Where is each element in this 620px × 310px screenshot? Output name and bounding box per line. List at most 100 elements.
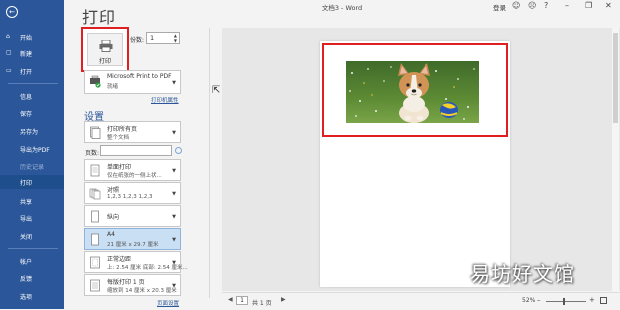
sidebar-item-label: 开始 — [20, 35, 33, 42]
sidebar-item-feedback[interactable]: 反馈 — [0, 271, 64, 285]
chevron-down-icon: ▼ — [172, 214, 176, 220]
preview-page — [320, 41, 510, 287]
zoom-slider[interactable] — [546, 301, 586, 302]
close-icon[interactable]: ✕ — [605, 2, 612, 10]
sidebar-item-options[interactable]: 选项 — [0, 289, 64, 303]
chevron-down-icon: ▼ — [172, 130, 176, 136]
new-doc-icon: ▢ — [6, 49, 12, 56]
copies-value: 1 — [150, 34, 155, 42]
login-link[interactable]: 登录 — [493, 2, 506, 12]
setting-line2: 整个文档 — [107, 135, 130, 141]
paper-size-icon — [91, 233, 99, 246]
puppy-photo — [346, 61, 479, 123]
sidebar-item-export[interactable]: 导出 — [0, 211, 64, 225]
info-icon[interactable] — [175, 147, 182, 154]
pages-icon — [90, 126, 101, 139]
setting-line1: 打印所有页 — [107, 126, 138, 133]
chevron-down-icon: ▼ — [172, 80, 176, 86]
sidebar-item-label: 关闭 — [20, 234, 33, 241]
current-page-input[interactable]: 1 — [236, 296, 248, 305]
restore-icon[interactable]: ❐ — [585, 2, 592, 10]
sidebar-item-print[interactable]: 打印 — [0, 175, 64, 189]
stepper-arrows-icon[interactable]: ▲ ▼ — [174, 33, 177, 43]
sidebar-item-save-as[interactable]: 另存为 — [0, 124, 64, 138]
zoom-slider-thumb[interactable] — [563, 298, 565, 305]
preview-scrollbar[interactable] — [612, 28, 619, 291]
chevron-down-icon: ▼ — [172, 260, 176, 266]
zoom-in-icon[interactable]: + — [589, 296, 595, 304]
sidebar-item-share[interactable]: 共享 — [0, 194, 64, 208]
backstage-sidebar: ← ⌂ 开始 ▢ 新建 ▭ 打开 信息 保存 另存为 导出为PDF 历史记录 打… — [0, 0, 64, 309]
minimize-icon[interactable]: – — [565, 2, 569, 10]
pages-input[interactable] — [100, 145, 172, 156]
orientation-select[interactable]: 纵向 ▼ — [84, 205, 181, 227]
chevron-down-icon: ▼ — [172, 283, 176, 289]
print-button-highlight: 打印 — [81, 27, 129, 72]
sidebar-item-label: 打印 — [20, 180, 33, 187]
setting-line1: 对照 — [107, 187, 120, 194]
sidebar-item-label: 打开 — [20, 69, 33, 76]
setting-line2: 仅在纸张的一侧上状... — [107, 173, 162, 179]
sidebar-item-info[interactable]: 信息 — [0, 89, 64, 103]
margins-icon — [90, 256, 100, 269]
sides-select[interactable]: 单面打印 仅在纸张的一侧上状... ▼ — [84, 159, 181, 181]
sidebar-item-save[interactable]: 保存 — [0, 106, 64, 120]
printer-name: Microsoft Print to PDF — [107, 73, 172, 80]
sidebar-item-open[interactable]: ▭ 打开 — [0, 64, 64, 78]
sidebar-item-home[interactable]: ⌂ 开始 — [0, 30, 64, 44]
copies-label: 份数: — [130, 37, 145, 44]
printer-select[interactable]: Microsoft Print to PDF 就绪 ▼ — [84, 70, 181, 94]
sidebar-item-label: 保存 — [20, 111, 33, 118]
printer-properties-link[interactable]: 打印机属性 — [151, 96, 179, 104]
printer-status: 就绪 — [107, 84, 119, 90]
frown-icon[interactable]: ☹ — [528, 2, 536, 10]
sidebar-item-label: 共享 — [20, 199, 33, 206]
chevron-down-icon: ▼ — [172, 168, 176, 174]
printer-icon — [99, 40, 113, 52]
setting-line1: 单面打印 — [107, 164, 132, 171]
setting-line1: 每版打印 1 页 — [107, 279, 145, 286]
sidebar-item-label: 另存为 — [20, 129, 39, 136]
print-range-select[interactable]: 打印所有页 整个文档 ▼ — [84, 121, 181, 143]
pages-per-sheet-icon — [90, 279, 100, 292]
sidebar-item-label: 历史记录 — [20, 164, 45, 171]
chevron-down-icon: ▼ — [172, 237, 176, 243]
scrollbar-thumb[interactable] — [613, 33, 618, 123]
sidebar-item-label: 导出为PDF — [20, 147, 50, 154]
sidebar-item-label: 新建 — [20, 51, 33, 58]
sidebar-divider — [8, 248, 58, 249]
print-button[interactable]: 打印 — [87, 33, 123, 66]
back-arrow-icon[interactable]: ← — [6, 6, 18, 18]
page-setup-link[interactable]: 页面设置 — [157, 299, 179, 307]
printer-ready-icon — [90, 75, 101, 88]
setting-line1: 正常边距 — [107, 256, 132, 263]
sidebar-item-label: 信息 — [20, 94, 33, 101]
zoom-level: 52% — [522, 297, 536, 304]
panel-divider — [209, 28, 210, 298]
sidebar-item-history[interactable]: 历史记录 — [0, 159, 64, 173]
help-icon[interactable]: ? — [544, 2, 548, 10]
collate-select[interactable]: 对照 1,2,3 1,2,3 1,2,3 ▼ — [84, 182, 181, 204]
sidebar-item-close[interactable]: 关闭 — [0, 229, 64, 243]
paper-size-select[interactable]: A4 21 厘米 x 29.7 厘米 ▼ — [84, 228, 181, 250]
next-page-icon[interactable]: ▶ — [281, 296, 286, 303]
sidebar-item-label: 导出 — [20, 216, 33, 223]
sidebar-item-label: 帐户 — [20, 259, 33, 266]
mouse-cursor-icon: ⇱ — [212, 85, 221, 96]
prev-page-icon[interactable]: ◀ — [228, 296, 233, 303]
sidebar-item-account[interactable]: 帐户 — [0, 254, 64, 268]
portrait-icon — [91, 210, 99, 223]
setting-line2: 1,2,3 1,2,3 1,2,3 — [107, 194, 153, 200]
pages-per-sheet-select[interactable]: 每版打印 1 页 缩放到 14 厘米 x 20.3 厘米 ▼ — [84, 274, 181, 296]
smiley-icon[interactable]: ☺ — [512, 2, 520, 10]
sidebar-item-new[interactable]: ▢ 新建 — [0, 46, 64, 60]
zoom-out-icon[interactable]: – — [537, 296, 541, 304]
copies-stepper[interactable]: 1 ▲ ▼ — [146, 32, 180, 44]
pages-label: 页数: — [85, 150, 100, 157]
sidebar-item-label: 选项 — [20, 294, 33, 301]
window-title: 文档3 - Word — [321, 4, 363, 12]
collate-icon — [89, 188, 101, 200]
margins-select[interactable]: 正常边距 上: 2.54 厘米 底部: 2.54 厘米... ▼ — [84, 251, 188, 273]
sidebar-item-export-pdf[interactable]: 导出为PDF — [0, 142, 64, 156]
zoom-to-page-icon[interactable] — [600, 297, 607, 304]
